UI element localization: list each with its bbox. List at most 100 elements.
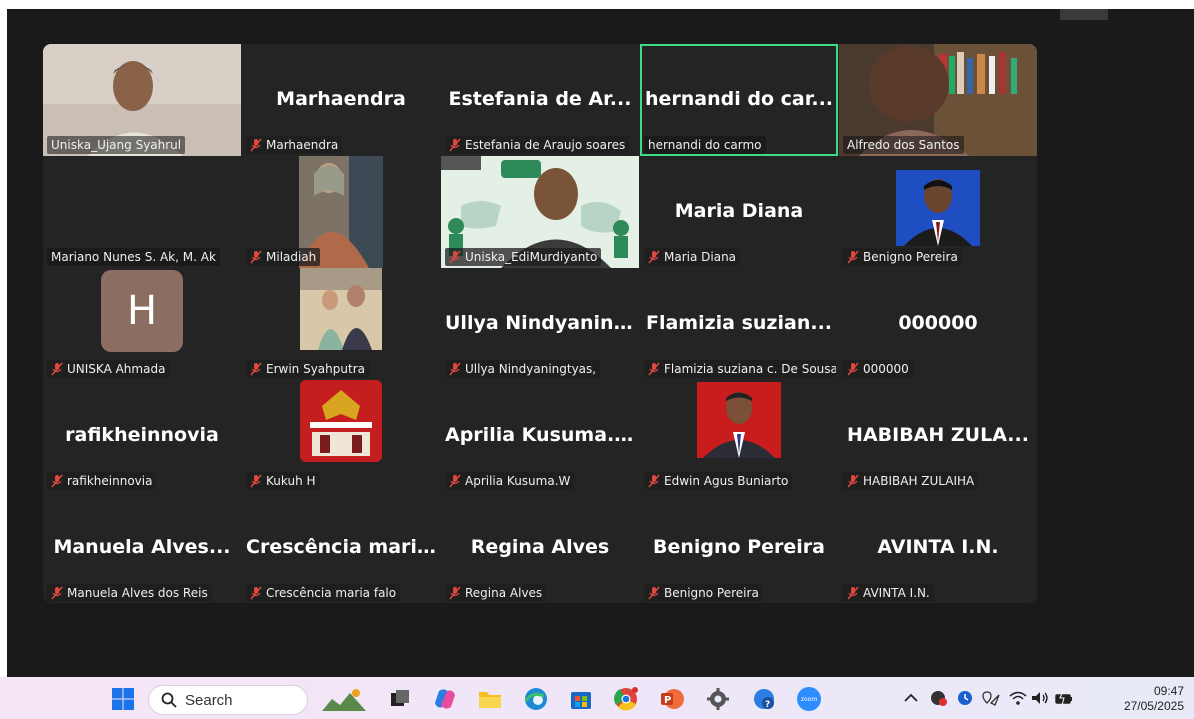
participant-name-tag: Mariano Nunes S. Ak, M. Ak <box>47 248 220 266</box>
meeting-window: Uniska_Ujang Syahrul Marhaendra Marhaend… <box>7 9 1194 677</box>
mic-muted-icon <box>847 250 859 264</box>
taskbar-search-box[interactable]: Search <box>148 685 308 715</box>
edge-browser-icon[interactable] <box>524 687 548 711</box>
antivirus-icon[interactable] <box>929 689 949 707</box>
file-explorer-icon[interactable] <box>478 687 502 711</box>
participant-name: rafikheinnovia <box>67 474 153 488</box>
participant-name-tag: HABIBAH ZULAIHA <box>843 472 979 490</box>
task-view-icon[interactable] <box>388 687 412 711</box>
participant-name: Aprilia Kusuma.W <box>465 474 571 488</box>
participant-photo <box>697 382 781 458</box>
mic-muted-icon <box>51 474 63 488</box>
participant-name-tag: Manuela Alves dos Reis <box>47 584 212 602</box>
participant-name-tag: rafikheinnovia <box>47 472 157 490</box>
participant-tile[interactable]: Uniska_EdiMurdiyanto <box>441 156 639 268</box>
participant-name: Regina Alves <box>465 586 543 600</box>
participant-tile[interactable]: Regina Alves Regina Alves <box>441 492 639 603</box>
participant-display-name: hernandi do car... <box>644 88 834 110</box>
participant-tile[interactable]: Benigno Pereira Benigno Pereira <box>640 492 838 603</box>
mic-muted-icon <box>847 362 859 376</box>
participant-tile[interactable]: Aprilia Kusuma.... Aprilia Kusuma.W <box>441 380 639 492</box>
mic-muted-icon <box>51 586 63 600</box>
participant-display-name: Maria Diana <box>674 200 804 222</box>
participant-display-name: HABIBAH ZULA... <box>847 424 1029 446</box>
participant-tile[interactable]: Erwin Syahputra <box>242 268 440 380</box>
participant-tile[interactable]: Ullya Nindyanin... Ullya Nindyaningtyas, <box>441 268 639 380</box>
participant-tile-active-speaker[interactable]: hernandi do car... hernandi do carmo <box>640 44 838 156</box>
participant-tile[interactable]: Kukuh H <box>242 380 440 492</box>
participant-name: hernandi do carmo <box>648 138 762 152</box>
widgets-icon[interactable] <box>322 687 366 711</box>
participant-tile[interactable]: Estefania de Ar... Estefania de Araujo s… <box>441 44 639 156</box>
participant-tile[interactable]: Benigno Pereira <box>839 156 1037 268</box>
chevron-up-icon[interactable] <box>901 689 921 707</box>
participant-display-name: Estefania de Ar... <box>448 88 632 110</box>
svg-text:?: ? <box>765 700 770 710</box>
participant-tile[interactable]: Flamizia suzian... Flamizia suziana c. D… <box>640 268 838 380</box>
participant-tile[interactable]: HABIBAH ZULA... HABIBAH ZULAIHA <box>839 380 1037 492</box>
participant-photo <box>300 380 382 462</box>
participant-name: Flamizia suziana c. De Sousa <box>664 362 836 376</box>
participant-tile[interactable]: Mariano Nunes S. Ak, M. Ak <box>43 156 241 268</box>
wifi-icon[interactable] <box>1008 689 1028 707</box>
powerpoint-icon[interactable]: P <box>660 687 684 711</box>
mic-muted-icon <box>847 474 859 488</box>
participant-name: Benigno Pereira <box>863 250 958 264</box>
participant-name: Manuela Alves dos Reis <box>67 586 208 600</box>
mic-muted-icon <box>250 474 262 488</box>
participant-tile[interactable]: rafikheinnovia rafikheinnovia <box>43 380 241 492</box>
participant-tile[interactable]: Alfredo dos Santos <box>839 44 1037 156</box>
system-clock[interactable]: 09:47 27/05/2025 <box>1124 684 1184 714</box>
participant-name-tag: AVINTA I.N. <box>843 584 934 602</box>
zoom-app-icon[interactable]: zoom <box>797 687 821 711</box>
mic-muted-icon <box>449 586 461 600</box>
windows-start-icon[interactable] <box>111 687 135 711</box>
participant-tile[interactable]: Uniska_Ujang Syahrul <box>43 44 241 156</box>
microsoft-store-icon[interactable] <box>569 687 593 711</box>
participant-name: Erwin Syahputra <box>266 362 365 376</box>
participant-name-tag: Edwin Agus Buniarto <box>644 472 793 490</box>
participant-tile[interactable]: Marhaendra Marhaendra <box>242 44 440 156</box>
participant-tile[interactable]: Maria Diana Maria Diana <box>640 156 838 268</box>
mic-muted-icon <box>449 474 461 488</box>
participant-name-tag: Uniska_EdiMurdiyanto <box>445 248 602 266</box>
mic-muted-icon <box>250 138 262 152</box>
mic-muted-icon <box>648 250 660 264</box>
participant-name: Marhaendra <box>266 138 339 152</box>
participant-tile[interactable]: H UNISKA Ahmada <box>43 268 241 380</box>
participant-tile[interactable]: Miladiah <box>242 156 440 268</box>
battery-icon[interactable] <box>1054 689 1074 707</box>
participant-display-name: AVINTA I.N. <box>877 536 999 558</box>
volume-icon[interactable] <box>1030 689 1050 707</box>
participant-tile[interactable]: Edwin Agus Buniarto <box>640 380 838 492</box>
participant-tile[interactable]: 000000 000000 <box>839 268 1037 380</box>
get-help-icon[interactable]: ? <box>752 687 776 711</box>
participant-name-tag: Crescência maria falo <box>246 584 401 602</box>
participant-name: Maria Diana <box>664 250 737 264</box>
participant-display-name: Regina Alves <box>470 536 610 558</box>
participant-display-name: Benigno Pereira <box>653 536 825 558</box>
top-control-button[interactable] <box>1060 9 1108 20</box>
location-icon[interactable] <box>981 689 1001 707</box>
participant-name-tag: Marhaendra <box>246 136 343 154</box>
participant-tile[interactable]: Manuela Alves... Manuela Alves dos Reis <box>43 492 241 603</box>
participant-display-name: Flamizia suzian... <box>645 312 833 334</box>
participant-name: 000000 <box>863 362 909 376</box>
participant-display-name: Crescência mari... <box>246 536 439 558</box>
participant-name: AVINTA I.N. <box>863 586 930 600</box>
participant-name-tag: Flamizia suziana c. De Sousa <box>644 360 836 378</box>
avatar: H <box>101 270 183 352</box>
participant-display-name: 000000 <box>898 312 978 334</box>
participant-name-tag: Miladiah <box>246 248 321 266</box>
participant-tile[interactable]: AVINTA I.N. AVINTA I.N. <box>839 492 1037 603</box>
participant-name: Miladiah <box>266 250 317 264</box>
participant-name-tag: Maria Diana <box>644 248 741 266</box>
chrome-browser-icon[interactable] <box>614 687 638 711</box>
svg-text:P: P <box>664 695 671 706</box>
mic-muted-icon <box>449 250 461 264</box>
settings-gear-icon[interactable] <box>706 687 730 711</box>
copilot-icon[interactable] <box>433 687 457 711</box>
participant-tile[interactable]: Crescência mari... Crescência maria falo <box>242 492 440 603</box>
participant-name-tag: hernandi do carmo <box>644 136 766 154</box>
clock-app-icon[interactable] <box>955 689 975 707</box>
